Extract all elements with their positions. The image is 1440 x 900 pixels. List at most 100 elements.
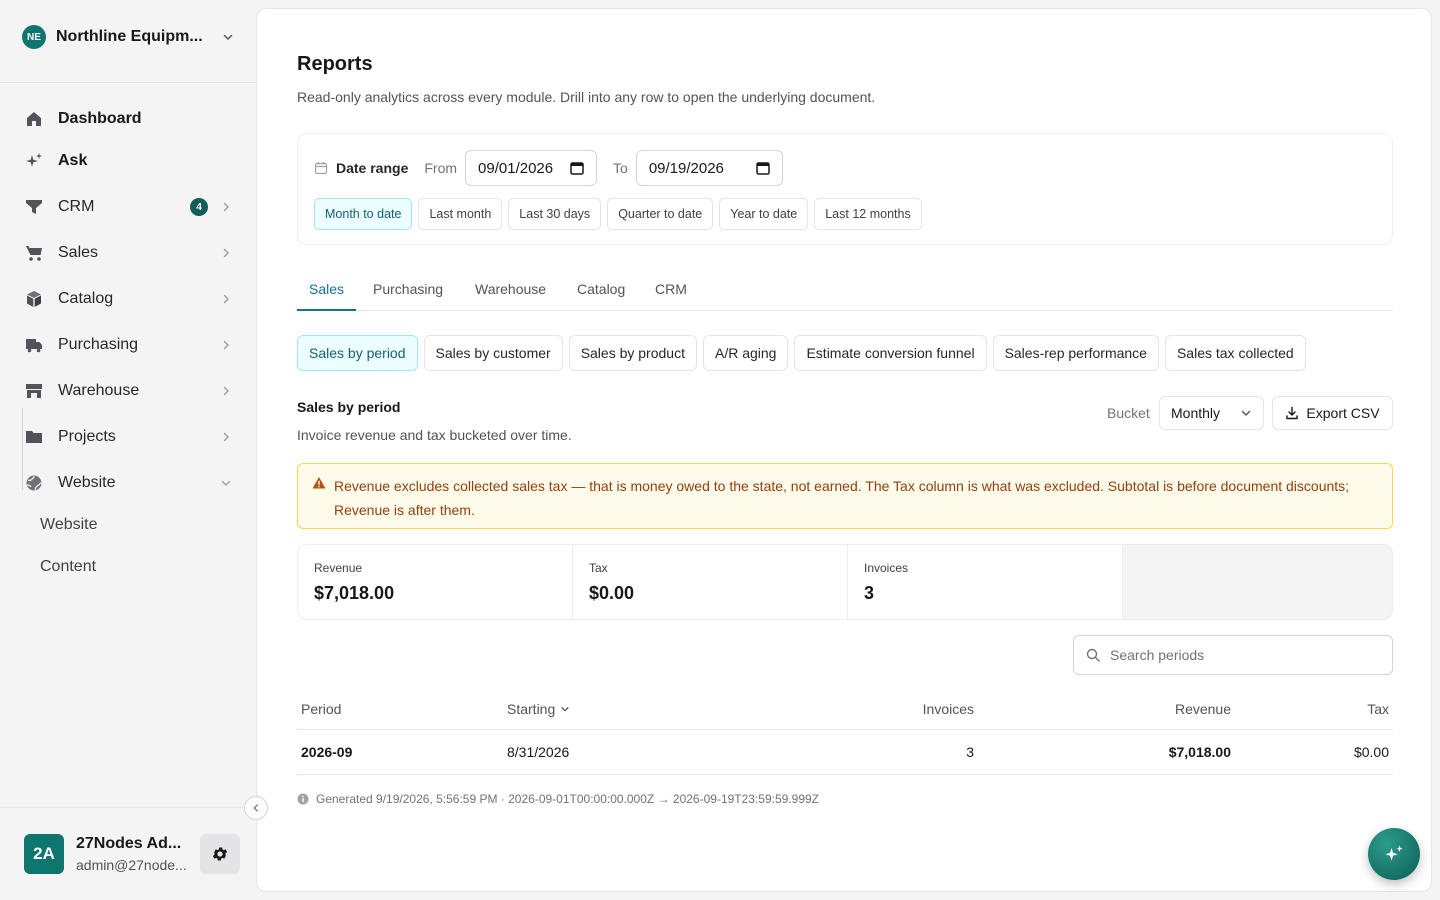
search-periods-field[interactable]: Search periods xyxy=(1073,635,1393,675)
from-date-input[interactable]: 09/01/2026 xyxy=(465,150,598,186)
report-sales-tax-collected[interactable]: Sales tax collected xyxy=(1164,335,1306,371)
warning-banner: Revenue excludes collected sales tax — t… xyxy=(297,463,1393,529)
tab-catalog[interactable]: Catalog xyxy=(577,273,625,311)
bucket-value: Monthly xyxy=(1171,405,1221,421)
chevron-down-icon xyxy=(221,480,231,486)
chevron-left-icon xyxy=(253,804,258,812)
from-label: From xyxy=(424,160,458,176)
stat-tax: Tax $0.00 xyxy=(573,545,848,619)
to-date-input[interactable]: 09/19/2026 xyxy=(635,150,783,186)
sidebar-item-warehouse[interactable]: Warehouse xyxy=(16,370,240,412)
sidebar-item-label: CRM xyxy=(58,198,95,215)
export-csv-button[interactable]: Export CSV xyxy=(1272,396,1393,430)
cell-invoices: 3 xyxy=(966,744,974,760)
tab-warehouse[interactable]: Warehouse xyxy=(475,273,546,311)
sidebar-item-website[interactable]: Website xyxy=(16,462,240,504)
date-presets: Month to date Last month Last 30 days Qu… xyxy=(314,198,928,230)
sidebar-item-purchasing[interactable]: Purchasing xyxy=(16,324,240,366)
bucket-label: Bucket xyxy=(1107,405,1150,421)
sidebar-subitem-website[interactable]: Website xyxy=(40,507,98,543)
chevron-right-icon xyxy=(223,432,229,442)
chevron-down-icon xyxy=(1241,410,1251,416)
sidebar-item-label: Ask xyxy=(58,152,88,169)
sidebar-item-sales[interactable]: Sales xyxy=(16,232,240,274)
chevron-right-icon xyxy=(223,202,229,212)
globe-icon xyxy=(24,473,44,493)
module-tabs: Sales Purchasing Warehouse Catalog CRM xyxy=(297,273,1393,311)
calendar-icon[interactable] xyxy=(570,161,584,175)
sidebar-item-ask[interactable]: Ask xyxy=(16,140,240,182)
sparkles-icon xyxy=(1385,845,1403,861)
cube-icon xyxy=(24,289,44,309)
search-icon xyxy=(1086,648,1100,662)
warning-icon xyxy=(312,477,326,489)
generated-text: Generated 9/19/2026, 5:56:59 PM · 2026-0… xyxy=(316,792,820,806)
date-range-label: Date range xyxy=(336,160,409,176)
preset-year-to-date[interactable]: Year to date xyxy=(719,198,809,230)
preset-month-to-date[interactable]: Month to date xyxy=(314,198,413,230)
stat-label: Tax xyxy=(589,561,608,575)
generated-footnote: Generated 9/19/2026, 5:56:59 PM · 2026-0… xyxy=(297,792,819,806)
tab-purchasing[interactable]: Purchasing xyxy=(373,273,443,311)
column-period[interactable]: Period xyxy=(301,689,341,729)
report-estimate-conversion-funnel[interactable]: Estimate conversion funnel xyxy=(794,335,987,371)
truck-icon xyxy=(24,335,44,355)
calendar-icon[interactable] xyxy=(756,161,770,175)
preset-last-30-days[interactable]: Last 30 days xyxy=(508,198,602,230)
tab-sales[interactable]: Sales xyxy=(297,273,357,311)
user-profile[interactable]: 2A 27Nodes Ad... admin@27node... xyxy=(24,834,196,874)
column-starting[interactable]: Starting xyxy=(507,689,570,729)
table-header: Period Starting Invoices Revenue Tax xyxy=(297,689,1393,730)
preset-quarter-to-date[interactable]: Quarter to date xyxy=(607,198,714,230)
report-sales-by-customer[interactable]: Sales by customer xyxy=(423,335,563,371)
column-revenue[interactable]: Revenue xyxy=(1175,689,1231,729)
org-switcher[interactable]: NE Northline Equipm... xyxy=(22,24,234,50)
sidebar-subitem-content[interactable]: Content xyxy=(40,549,96,585)
column-starting-label: Starting xyxy=(507,701,556,717)
preset-last-12-months[interactable]: Last 12 months xyxy=(814,198,922,230)
sidebar-item-crm[interactable]: CRM 4 xyxy=(16,186,240,228)
report-ar-aging[interactable]: A/R aging xyxy=(702,335,789,371)
to-label: To xyxy=(613,160,628,176)
report-type-selector: Sales by period Sales by customer Sales … xyxy=(297,335,1312,371)
report-sales-by-product[interactable]: Sales by product xyxy=(568,335,697,371)
tab-crm[interactable]: CRM xyxy=(655,273,687,311)
cell-revenue: $7,018.00 xyxy=(1168,744,1231,760)
chevron-right-icon xyxy=(223,386,229,396)
stat-value: 3 xyxy=(864,583,875,603)
cart-icon xyxy=(24,243,44,263)
settings-button[interactable] xyxy=(200,834,240,874)
chevron-down-icon xyxy=(223,34,233,40)
sidebar-item-dashboard[interactable]: Dashboard xyxy=(16,98,240,140)
sidebar-item-catalog[interactable]: Catalog xyxy=(16,278,240,320)
search-input[interactable]: Search periods xyxy=(1110,647,1204,663)
report-sales-rep-performance[interactable]: Sales-rep performance xyxy=(992,335,1159,371)
stat-value: $0.00 xyxy=(589,583,635,603)
main-panel: Reports Read-only analytics across every… xyxy=(256,8,1432,892)
sidebar-item-projects[interactable]: Projects xyxy=(16,416,240,458)
calendar-icon xyxy=(314,162,328,175)
date-range-card: Date range From 09/01/2026 To 09/19/2026… xyxy=(297,133,1393,245)
user-name: 27Nodes Ad... xyxy=(76,835,182,852)
sort-desc-icon xyxy=(561,707,569,712)
collapse-sidebar-button[interactable] xyxy=(244,796,268,820)
preset-last-month[interactable]: Last month xyxy=(418,198,503,230)
table-row[interactable]: 2026-09 8/31/2026 3 $7,018.00 $0.00 xyxy=(297,730,1393,775)
column-invoices[interactable]: Invoices xyxy=(923,689,974,729)
cell-starting: 8/31/2026 xyxy=(507,744,570,760)
cell-tax: $0.00 xyxy=(1353,744,1389,760)
sidebar: NE Northline Equipm... Dashboard Ask CRM… xyxy=(0,0,256,900)
chevron-right-icon xyxy=(223,294,229,304)
folder-icon xyxy=(24,427,44,447)
filter-icon xyxy=(24,197,44,217)
ai-assistant-button[interactable] xyxy=(1368,828,1420,880)
sidebar-item-label: Purchasing xyxy=(58,336,139,353)
bucket-select[interactable]: Monthly xyxy=(1159,396,1264,430)
info-icon xyxy=(297,793,309,805)
sidebar-item-label: Warehouse xyxy=(58,382,140,399)
user-email: admin@27node... xyxy=(76,857,187,873)
report-sales-by-period[interactable]: Sales by period xyxy=(297,335,418,371)
download-icon xyxy=(1286,406,1299,420)
column-tax[interactable]: Tax xyxy=(1367,689,1389,729)
home-icon xyxy=(24,109,44,129)
